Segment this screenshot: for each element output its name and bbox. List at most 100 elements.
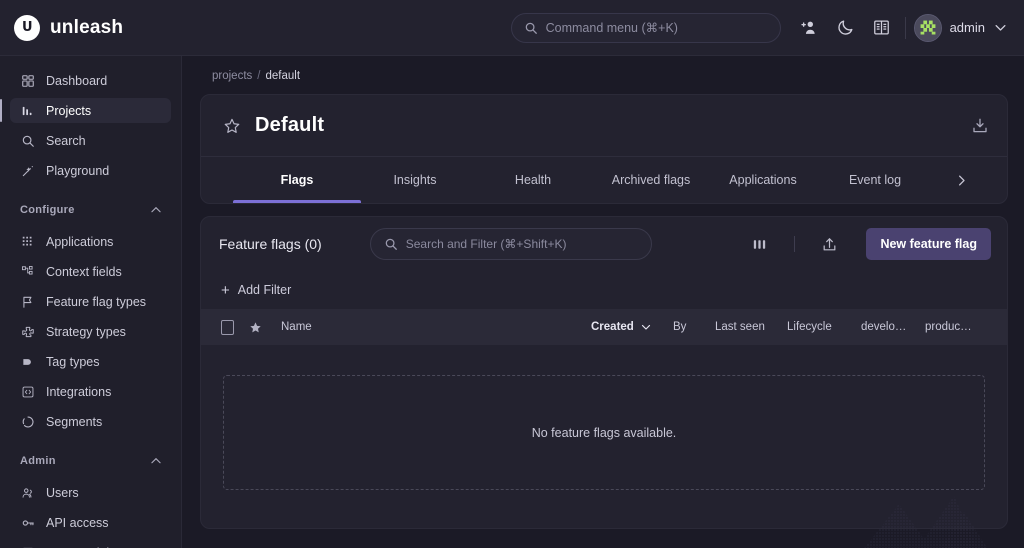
tab-label: Applications	[729, 173, 796, 187]
account-name: admin	[950, 20, 985, 35]
breadcrumb-separator: /	[257, 70, 260, 82]
sidebar-item-feature-flag-types[interactable]: Feature flag types	[10, 289, 171, 314]
documentation-book-icon[interactable]	[867, 13, 897, 43]
sidebar-group-title: Admin	[20, 455, 56, 467]
toolbar-divider	[794, 236, 795, 252]
segments-circle-icon	[20, 414, 35, 429]
logo-glyph: U	[22, 21, 32, 34]
chevron-up-icon[interactable]	[149, 454, 163, 468]
sidebar-item-label: Feature flag types	[46, 295, 146, 309]
column-header-development[interactable]: develo…	[861, 321, 925, 333]
dark-mode-moon-icon[interactable]	[831, 13, 861, 43]
sidebar-item-segments[interactable]: Segments	[10, 409, 171, 434]
breadcrumb-current: default	[265, 70, 300, 82]
sidebar-item-context-fields[interactable]: Context fields	[10, 259, 171, 284]
account-menu[interactable]: admin	[914, 14, 1008, 42]
sidebar-item-projects[interactable]: Projects	[10, 98, 171, 123]
app-body: Dashboard Projects Search	[0, 56, 1024, 548]
command-menu-input[interactable]	[546, 21, 768, 35]
flags-search-field[interactable]	[406, 237, 638, 251]
breadcrumb: projects / default	[212, 70, 1008, 82]
sidebar-item-label: Users	[46, 486, 79, 500]
project-tabs: Flags Insights Health Archived flags App…	[201, 157, 1007, 203]
column-header-created-label: Created	[591, 321, 634, 333]
context-fields-icon	[20, 264, 35, 279]
sidebar-item-cors-origins[interactable]: CORS origins	[10, 540, 171, 548]
column-settings-icon[interactable]	[751, 236, 768, 253]
tab-applications[interactable]: Applications	[717, 157, 809, 203]
new-feature-flag-button[interactable]: New feature flag	[866, 228, 991, 260]
sidebar-item-users[interactable]: Users	[10, 480, 171, 505]
projects-bars-icon	[20, 103, 35, 118]
search-and-filter-input[interactable]	[370, 228, 652, 260]
sidebar-item-integrations[interactable]: Integrations	[10, 379, 171, 404]
tab-label: Event log	[849, 173, 901, 187]
project-header: Default	[201, 95, 1007, 157]
column-header-created[interactable]: Created	[591, 321, 673, 333]
search-icon	[20, 133, 35, 148]
tab-label: Insights	[393, 173, 436, 187]
tab-flags[interactable]: Flags	[251, 157, 343, 203]
brand-name: unleash	[50, 17, 123, 39]
main-content: projects / default Default	[182, 56, 1024, 548]
breadcrumb-projects-link[interactable]: projects	[212, 70, 252, 82]
sidebar-item-label: Integrations	[46, 385, 111, 399]
key-icon	[20, 515, 35, 530]
sidebar-item-applications[interactable]: Applications	[10, 229, 171, 254]
top-header-bar: U unleash	[0, 0, 1024, 56]
add-filter-label: Add Filter	[238, 283, 292, 297]
sidebar-item-api-access[interactable]: API access	[10, 510, 171, 535]
sidebar-item-playground[interactable]: Playground	[10, 158, 171, 183]
command-menu-search[interactable]	[511, 13, 781, 43]
app-root: U unleash	[0, 0, 1024, 548]
chevron-up-icon[interactable]	[149, 203, 163, 217]
tab-label: Archived flags	[612, 173, 691, 187]
chevron-down-icon[interactable]	[993, 20, 1008, 35]
sidebar-group-configure[interactable]: Configure	[10, 199, 171, 221]
project-card: Default Flags Insights	[200, 94, 1008, 204]
column-header-name[interactable]: Name	[281, 321, 591, 333]
sidebar-navigation: Dashboard Projects Search	[0, 56, 182, 548]
sidebar-group-title: Configure	[20, 204, 75, 216]
brand-logo-link[interactable]: U unleash	[14, 15, 181, 41]
feature-flags-title: Feature flags (0)	[219, 236, 322, 252]
import-download-icon[interactable]	[971, 117, 989, 135]
tab-archived-flags[interactable]: Archived flags	[605, 157, 697, 203]
feature-flags-toolbar: Feature flags (0)	[201, 217, 1007, 271]
users-icon	[20, 485, 35, 500]
select-all-checkbox[interactable]	[221, 320, 249, 335]
column-header-by[interactable]: By	[673, 321, 715, 333]
sidebar-item-dashboard[interactable]: Dashboard	[10, 68, 171, 93]
chevron-down-icon	[640, 321, 652, 333]
sidebar-item-strategy-types[interactable]: Strategy types	[10, 319, 171, 344]
tab-insights[interactable]: Insights	[369, 157, 461, 203]
export-upload-icon[interactable]	[821, 236, 838, 253]
dashboard-grid-icon	[20, 73, 35, 88]
integrations-code-icon	[20, 384, 35, 399]
star-outline-icon[interactable]	[223, 117, 241, 135]
header-divider	[905, 17, 906, 39]
sidebar-item-label: Strategy types	[46, 325, 126, 339]
column-header-last-seen[interactable]: Last seen	[715, 321, 787, 333]
sidebar-item-tag-types[interactable]: Tag types	[10, 349, 171, 374]
sidebar-group-admin[interactable]: Admin	[10, 450, 171, 472]
add-filter-button[interactable]: + Add Filter	[221, 283, 291, 298]
applications-dots-icon	[20, 234, 35, 249]
favorite-column-header[interactable]	[249, 321, 281, 334]
sidebar-item-label: Dashboard	[46, 74, 107, 88]
sidebar-item-label: Playground	[46, 164, 109, 178]
sidebar-item-label: Segments	[46, 415, 102, 429]
tab-event-log[interactable]: Event log	[829, 157, 921, 203]
flags-table-header: Name Created By Last seen Lifecycle deve…	[201, 309, 1007, 345]
sidebar-item-search[interactable]: Search	[10, 128, 171, 153]
chevron-right-icon[interactable]	[941, 157, 981, 203]
strategy-puzzle-icon	[20, 324, 35, 339]
column-header-production[interactable]: produc…	[925, 321, 989, 333]
tab-health[interactable]: Health	[487, 157, 579, 203]
invite-user-icon[interactable]	[795, 13, 825, 43]
search-icon	[524, 21, 538, 35]
tab-label: Health	[515, 173, 551, 187]
tab-label: Flags	[281, 173, 314, 187]
column-header-lifecycle[interactable]: Lifecycle	[787, 321, 861, 333]
plus-icon: +	[221, 283, 230, 298]
